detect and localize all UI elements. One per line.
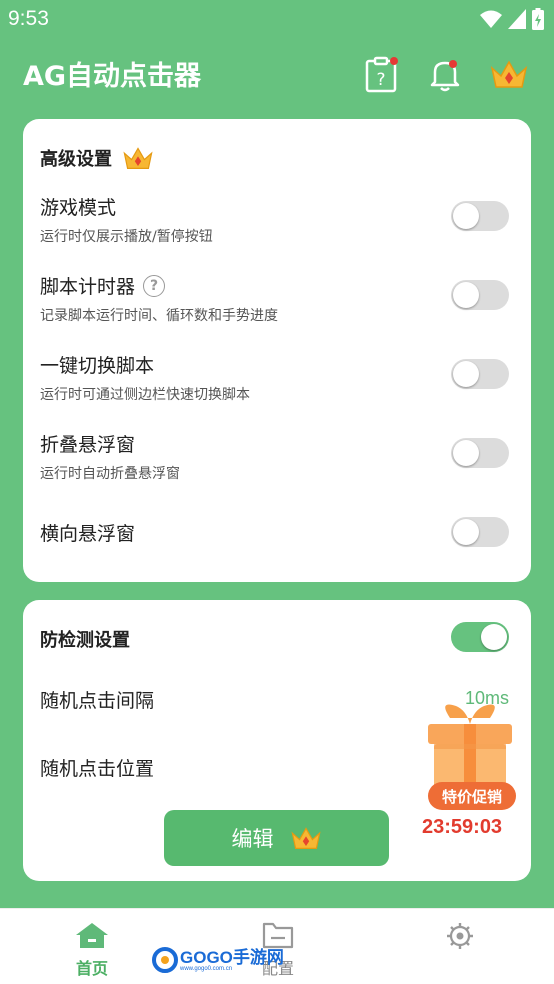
- script-timer-title: 脚本计时器: [40, 276, 136, 298]
- game-mode-row: 游戏模式 运行时仅展示播放/暂停按钮: [40, 193, 514, 246]
- advanced-settings-card: 高级设置 游戏模式 运行时仅展示播放/暂停按钮 脚本计时器 ? 记录脚本运行时间…: [23, 119, 531, 582]
- watermark-text-group: GOGO手游网 www.gogo0.com.cn: [180, 949, 284, 972]
- battery-icon: [532, 8, 544, 30]
- status-time: 9:53: [8, 7, 49, 30]
- notification-bell-icon[interactable]: [425, 54, 465, 94]
- vip-crown-icon: [123, 147, 153, 169]
- status-icons: [480, 8, 544, 30]
- fold-float-toggle[interactable]: [451, 438, 509, 468]
- script-timer-row: 脚本计时器 ? 记录脚本运行时间、循环数和手势进度: [40, 272, 514, 325]
- fold-float-subtitle: 运行时自动折叠悬浮窗: [40, 466, 180, 482]
- quick-switch-script-row: 一键切换脚本 运行时可通过侧边栏快速切换脚本: [40, 351, 514, 404]
- toggle-knob: [453, 203, 479, 229]
- promo-widget[interactable]: 特价促销 23:59:03: [400, 700, 540, 850]
- nav-home-label: 首页: [75, 959, 108, 978]
- nav-settings[interactable]: [420, 921, 500, 955]
- toggle-knob: [453, 519, 479, 545]
- help-clipboard-icon[interactable]: ?: [362, 54, 402, 94]
- horizontal-float-title: 横向悬浮窗: [40, 523, 136, 545]
- toggle-knob: [453, 282, 479, 308]
- fold-float-window-row: 折叠悬浮窗 运行时自动折叠悬浮窗: [40, 430, 514, 483]
- svg-text:?: ?: [376, 70, 385, 90]
- script-timer-header: 脚本计时器 ?: [40, 272, 514, 299]
- watermark-logo-icon: [152, 947, 178, 973]
- nav-home[interactable]: 首页: [52, 921, 132, 979]
- folder-icon: [262, 922, 294, 949]
- quick-switch-title: 一键切换脚本: [40, 355, 155, 377]
- script-timer-toggle[interactable]: [451, 280, 509, 310]
- anti-detect-toggle[interactable]: [451, 622, 509, 652]
- quick-switch-subtitle: 运行时可通过侧边栏快速切换脚本: [40, 387, 250, 403]
- game-mode-toggle[interactable]: [451, 201, 509, 231]
- toggle-knob: [481, 624, 507, 650]
- game-mode-subtitle: 运行时仅展示播放/暂停按钮: [40, 229, 213, 245]
- horizontal-float-window-row: 横向悬浮窗: [40, 519, 514, 546]
- toggle-knob: [453, 440, 479, 466]
- app-title: AG自动点击器: [23, 61, 202, 92]
- advanced-settings-header: 高级设置: [40, 145, 154, 171]
- edit-button[interactable]: 编辑: [164, 810, 389, 866]
- home-icon: [76, 923, 108, 948]
- watermark-url: www.gogo0.com.cn: [180, 965, 233, 972]
- toggle-knob: [453, 361, 479, 387]
- help-icon[interactable]: ?: [143, 274, 166, 297]
- game-mode-title: 游戏模式: [40, 197, 117, 219]
- watermark-logo: GOGO手游网 www.gogo0.com.cn: [152, 946, 284, 974]
- promo-badge: 特价促销: [428, 782, 516, 810]
- anti-detect-title: 防检测设置: [40, 630, 130, 651]
- edit-button-label: 编辑: [231, 827, 274, 851]
- quick-switch-toggle[interactable]: [451, 359, 509, 389]
- app-bar: AG自动点击器 ?: [0, 40, 554, 110]
- status-bar: 9:53: [0, 0, 554, 38]
- promo-countdown: 23:59:03: [422, 816, 503, 838]
- settings-gear-icon: [447, 923, 473, 949]
- wifi-icon: [480, 10, 502, 28]
- vip-crown-icon[interactable]: [489, 54, 529, 94]
- fold-float-title: 折叠悬浮窗: [40, 434, 136, 456]
- signal-icon: [508, 9, 526, 29]
- horizontal-float-toggle[interactable]: [451, 517, 509, 547]
- advanced-settings-title: 高级设置: [40, 149, 112, 170]
- script-timer-subtitle: 记录脚本运行时间、循环数和手势进度: [40, 308, 278, 324]
- watermark-brand: GOGO手游网: [180, 947, 284, 967]
- vip-crown-icon: [290, 827, 321, 849]
